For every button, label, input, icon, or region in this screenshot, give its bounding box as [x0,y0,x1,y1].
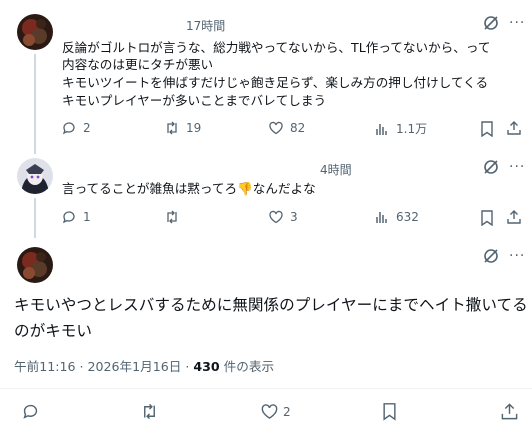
main-post-line: キモいやつとレスバするために無関係のプレイヤーにまでヘイト撒いてる [14,296,528,314]
repost-count: 19 [186,121,202,135]
repost-button[interactable] [140,402,163,421]
more-icon[interactable]: ··· [509,248,525,264]
like-count: 3 [290,210,298,224]
bookmark-icon[interactable] [480,210,494,226]
views-button[interactable]: 632 [374,209,419,225]
repost-icon [167,121,177,135]
thread-line [34,198,36,238]
timestamp[interactable]: 4時間 [320,161,352,178]
reply-icon [62,122,75,135]
view-count: 430 [193,359,220,374]
grok-icon[interactable] [482,158,500,176]
avatar-reply-2[interactable] [17,158,53,194]
views-count: 632 [396,210,419,224]
share-icon[interactable] [506,120,522,136]
main-post-text: キモいやつとレスバするために無関係のプレイヤーにまでヘイト撒いてる のがキモい [14,292,528,344]
reply-icon [23,404,38,419]
views-button[interactable]: 1.1万 [374,120,427,137]
like-count: 2 [283,404,291,419]
share-icon [501,403,518,420]
reply-text: 言ってることが雑魚は黙ってろ👎なんだよな [62,180,316,197]
views-icon [376,123,387,135]
divider [0,388,532,389]
repost-button[interactable] [164,209,186,225]
post-timestamp[interactable]: 午前11:16 · 2026年1月16日 · [14,359,193,374]
thread-line [34,54,36,154]
reply-text-part: なんだよな [252,181,316,196]
heart-icon [261,404,278,419]
repost-button[interactable]: 19 [164,120,201,136]
reply-text-line: キモいツイートを伸ばすだけじゃ飽き足らず、楽しみ方の押し付けしてくる [62,75,489,90]
like-count: 82 [290,121,306,135]
heart-icon [269,210,283,224]
repost-icon [167,210,177,224]
grok-icon[interactable] [482,247,500,265]
more-icon[interactable]: ··· [509,159,525,175]
reply-icon [62,211,75,224]
views-count: 1.1万 [396,122,428,136]
reply-text-line: キモいプレイヤーが多いことまでバレてしまう [62,93,327,108]
bookmark-icon [383,403,396,421]
reply-button[interactable] [21,402,44,421]
reply-count: 1 [83,210,91,224]
post-meta: 午前11:16 · 2026年1月16日 · 430 件の表示 [14,356,274,375]
reply-text-line: 反論がゴルトロが言うな、総力戦やってないから、TL作ってないから、って [62,40,491,55]
heart-icon [269,121,283,135]
bookmark-button[interactable] [380,402,403,421]
avatar-main-post[interactable] [17,247,53,283]
share-icon[interactable] [506,209,522,225]
more-icon[interactable]: ··· [509,15,525,31]
like-button[interactable]: 82 [268,120,305,136]
reply-text-line: 内容なのは更にタチが悪い [62,57,214,72]
reply-count: 2 [83,121,91,135]
view-suffix: 件の表示 [219,359,275,374]
views-icon [376,212,387,223]
main-post-line: のがキモい [14,322,92,340]
avatar-reply-1[interactable] [17,14,53,50]
reply-text-part: 言ってることが雑魚は黙ってろ [62,181,238,196]
repost-icon [144,403,155,420]
like-button[interactable]: 3 [268,209,298,225]
like-button[interactable]: 2 [260,402,291,421]
thumbs-down-emoji: 👎 [237,181,253,196]
share-button[interactable] [500,402,523,421]
grok-icon[interactable] [482,14,500,32]
timestamp[interactable]: 17時間 [186,17,225,34]
reply-button[interactable]: 1 [61,209,91,225]
reply-button[interactable]: 2 [61,120,91,136]
bookmark-icon[interactable] [480,121,494,137]
